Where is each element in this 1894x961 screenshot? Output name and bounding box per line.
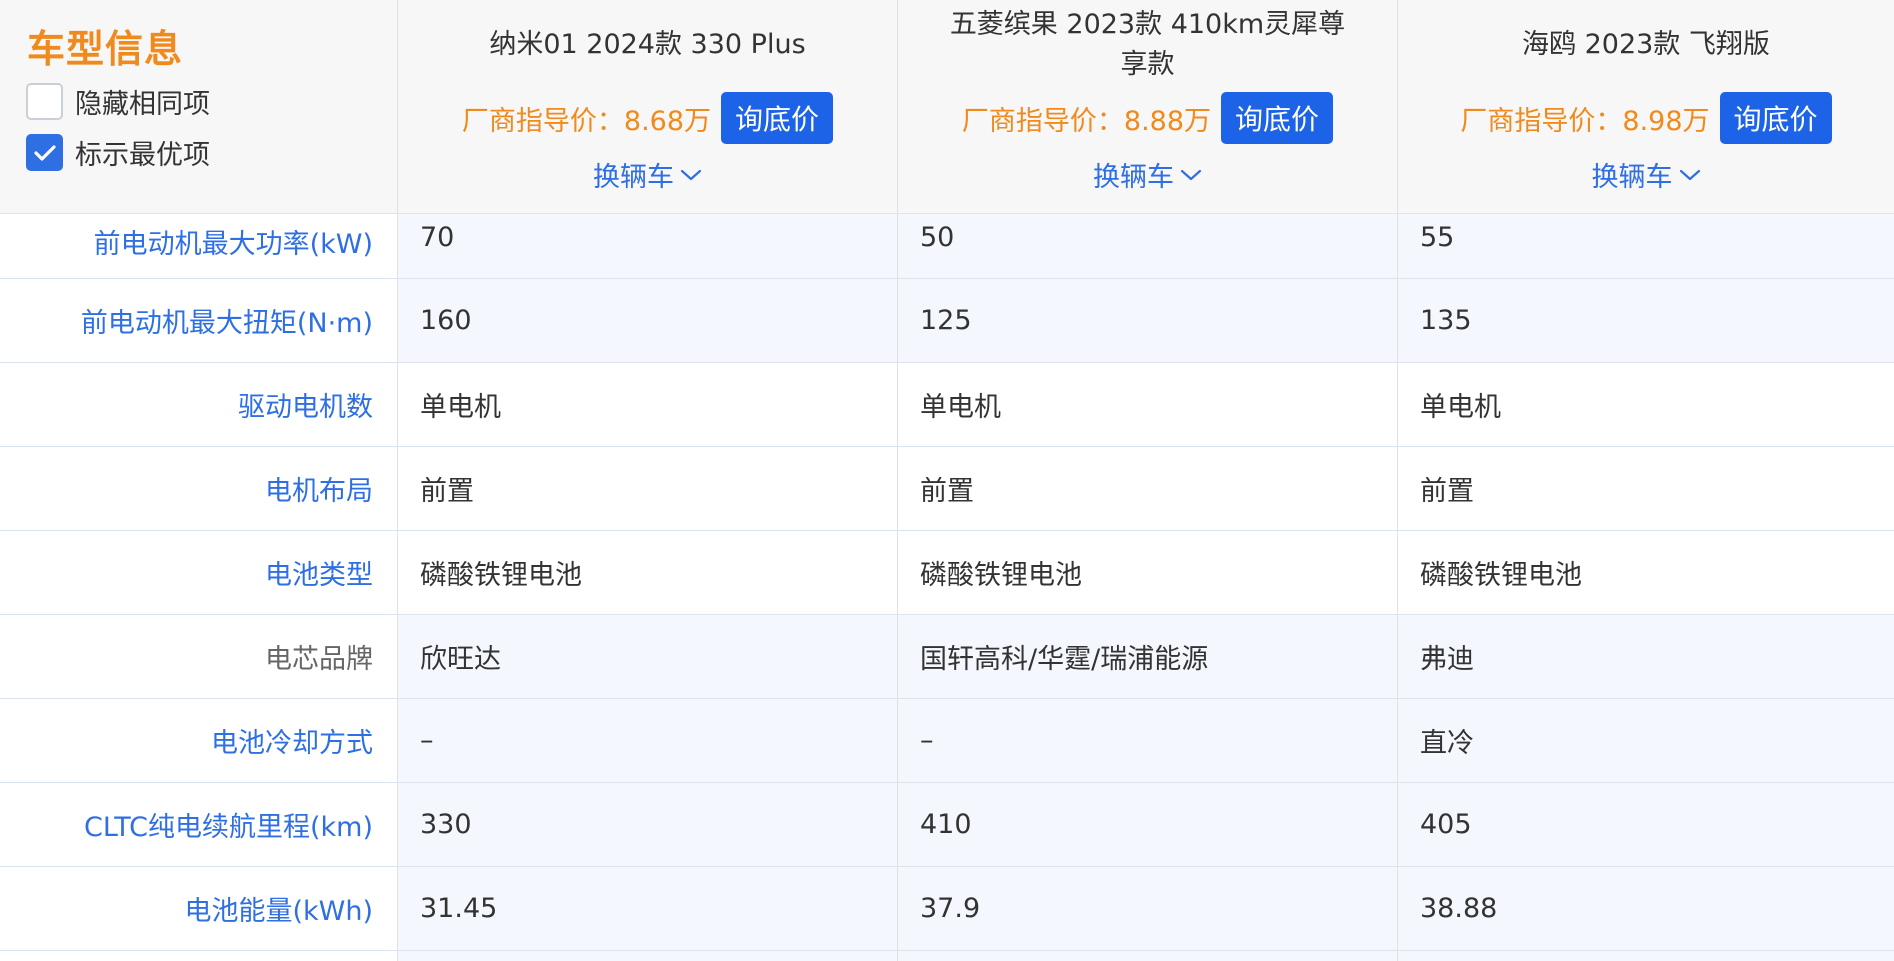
car-header-1: 纳米01 2024款 330 Plus 厂商指导价： 8.68万 询底价 换辆车 <box>397 0 897 213</box>
chevron-down-icon <box>680 169 702 180</box>
row-value-car-2: 410 <box>897 783 1397 866</box>
row-label[interactable]: 驱动电机数 <box>0 363 397 446</box>
switch-car-button-1[interactable]: 换辆车 <box>398 155 897 194</box>
switch-car-button-2[interactable]: 换辆车 <box>898 155 1397 194</box>
car-name-3[interactable]: 海鸥 2023款 飞翔版 <box>1438 4 1854 86</box>
row-value-car-1: – <box>397 699 897 782</box>
price-label-1: 厂商指导价： <box>461 105 624 137</box>
row-value-car-1: 磷酸铁锂电池 <box>397 531 897 614</box>
row-label[interactable]: 电池类型 <box>0 531 397 614</box>
mark-best-option[interactable]: 标示最优项 <box>26 133 210 172</box>
chevron-down-icon <box>1180 169 1202 180</box>
row-value-car-2: 前置 <box>897 447 1397 530</box>
row-value-car-1: 前置 <box>397 447 897 530</box>
price-label-3: 厂商指导价： <box>1460 105 1623 137</box>
row-value-car-1: 31.45 <box>397 867 897 950</box>
compare-header: 车型信息 隐藏相同项 标示最优项 纳米01 2024款 330 Plus 厂商指… <box>0 0 1894 214</box>
switch-car-label-2: 换辆车 <box>1093 162 1174 193</box>
table-row: 电机布局 前置 前置 前置 <box>0 447 1894 531</box>
switch-car-label-1: 换辆车 <box>593 162 674 193</box>
row-label[interactable]: 电池能量(kWh) <box>0 867 397 950</box>
price-value-1: 8.68万 <box>623 105 712 137</box>
row-label[interactable]: 前电动机最大功率(kW) <box>0 214 397 278</box>
row-value-car-3: 直冷 <box>1397 699 1894 782</box>
table-row: CLTC纯电续航里程(km) 330 410 405 <box>0 783 1894 867</box>
table-row: 电池冷却方式 – – 直冷 <box>0 699 1894 783</box>
row-value-car-2: 125 <box>897 279 1397 362</box>
row-value-empty <box>1397 951 1894 961</box>
price-row-2: 厂商指导价： 8.88万 询底价 <box>898 92 1397 144</box>
switch-car-label-3: 换辆车 <box>1591 162 1673 193</box>
header-info-cell: 车型信息 隐藏相同项 标示最优项 <box>0 0 397 213</box>
section-title: 车型信息 <box>27 27 184 71</box>
car-header-3: 海鸥 2023款 飞翔版 厂商指导价： 8.98万 询底价 换辆车 <box>1397 0 1894 213</box>
row-value-car-2: 37.9 <box>897 867 1397 950</box>
row-value-car-2: – <box>897 699 1397 782</box>
row-value-car-1: 70 <box>397 214 897 278</box>
table-row: 前电动机最大扭矩(N·m) 160 125 135 <box>0 279 1894 363</box>
row-value-car-3: 55 <box>1397 214 1894 278</box>
row-value-car-1: 160 <box>397 279 897 362</box>
row-value-empty <box>897 951 1397 961</box>
table-row: 电池类型 磷酸铁锂电池 磷酸铁锂电池 磷酸铁锂电池 <box>0 531 1894 615</box>
car-header-2: 五菱缤果 2023款 410km灵犀尊享款 厂商指导价： 8.88万 询底价 换… <box>897 0 1397 213</box>
row-value-car-3: 单电机 <box>1397 363 1894 446</box>
row-value-empty <box>397 951 897 961</box>
table-row-partial <box>0 951 1894 961</box>
price-row-3: 厂商指导价： 8.98万 询底价 <box>1398 92 1894 144</box>
row-value-car-3: 磷酸铁锂电池 <box>1397 531 1894 614</box>
price-value-3: 8.98万 <box>1622 105 1710 137</box>
hide-same-option[interactable]: 隐藏相同项 <box>26 82 210 121</box>
row-value-car-3: 38.88 <box>1397 867 1894 950</box>
row-value-car-1: 330 <box>397 783 897 866</box>
car-compare-page: 车型信息 隐藏相同项 标示最优项 纳米01 2024款 330 Plus 厂商指… <box>0 0 1894 961</box>
table-row: 驱动电机数 单电机 单电机 单电机 <box>0 363 1894 447</box>
car-name-1[interactable]: 纳米01 2024款 330 Plus <box>438 4 857 86</box>
row-label[interactable]: CLTC纯电续航里程(km) <box>0 783 397 866</box>
price-value-2: 8.88万 <box>1123 105 1212 137</box>
table-row: 电芯品牌 欣旺达 国轩高科/华霆/瑞浦能源 弗迪 <box>0 615 1894 699</box>
row-label[interactable]: 前电动机最大扭矩(N·m) <box>0 279 397 362</box>
table-row: 前电动机最大功率(kW) 70 50 55 <box>0 214 1894 279</box>
row-value-car-3: 弗迪 <box>1397 615 1894 698</box>
table-row: 电池能量(kWh) 31.45 37.9 38.88 <box>0 867 1894 951</box>
price-label-2: 厂商指导价： <box>961 105 1124 137</box>
row-value-car-3: 405 <box>1397 783 1894 866</box>
ask-price-button-3[interactable]: 询底价 <box>1719 92 1832 144</box>
row-value-car-1: 单电机 <box>397 363 897 446</box>
row-value-car-2: 50 <box>897 214 1397 278</box>
check-icon <box>33 144 56 161</box>
car-name-2[interactable]: 五菱缤果 2023款 410km灵犀尊享款 <box>938 4 1357 86</box>
price-row-1: 厂商指导价： 8.68万 询底价 <box>398 92 897 144</box>
ask-price-button-1[interactable]: 询底价 <box>721 92 834 144</box>
hide-same-label: 隐藏相同项 <box>75 89 210 120</box>
row-value-car-3: 前置 <box>1397 447 1894 530</box>
row-label-empty <box>0 951 397 961</box>
ask-price-button-2[interactable]: 询底价 <box>1221 92 1334 144</box>
mark-best-label: 标示最优项 <box>75 140 210 171</box>
row-label[interactable]: 电池冷却方式 <box>0 699 397 782</box>
row-label: 电芯品牌 <box>0 615 397 698</box>
row-label[interactable]: 电机布局 <box>0 447 397 530</box>
row-value-car-3: 135 <box>1397 279 1894 362</box>
row-value-car-1: 欣旺达 <box>397 615 897 698</box>
row-value-car-2: 磷酸铁锂电池 <box>897 531 1397 614</box>
row-value-car-2: 国轩高科/华霆/瑞浦能源 <box>897 615 1397 698</box>
mark-best-checkbox[interactable] <box>26 134 63 171</box>
hide-same-checkbox[interactable] <box>26 83 63 120</box>
chevron-down-icon <box>1679 169 1700 180</box>
row-value-car-2: 单电机 <box>897 363 1397 446</box>
switch-car-button-3[interactable]: 换辆车 <box>1398 155 1894 194</box>
